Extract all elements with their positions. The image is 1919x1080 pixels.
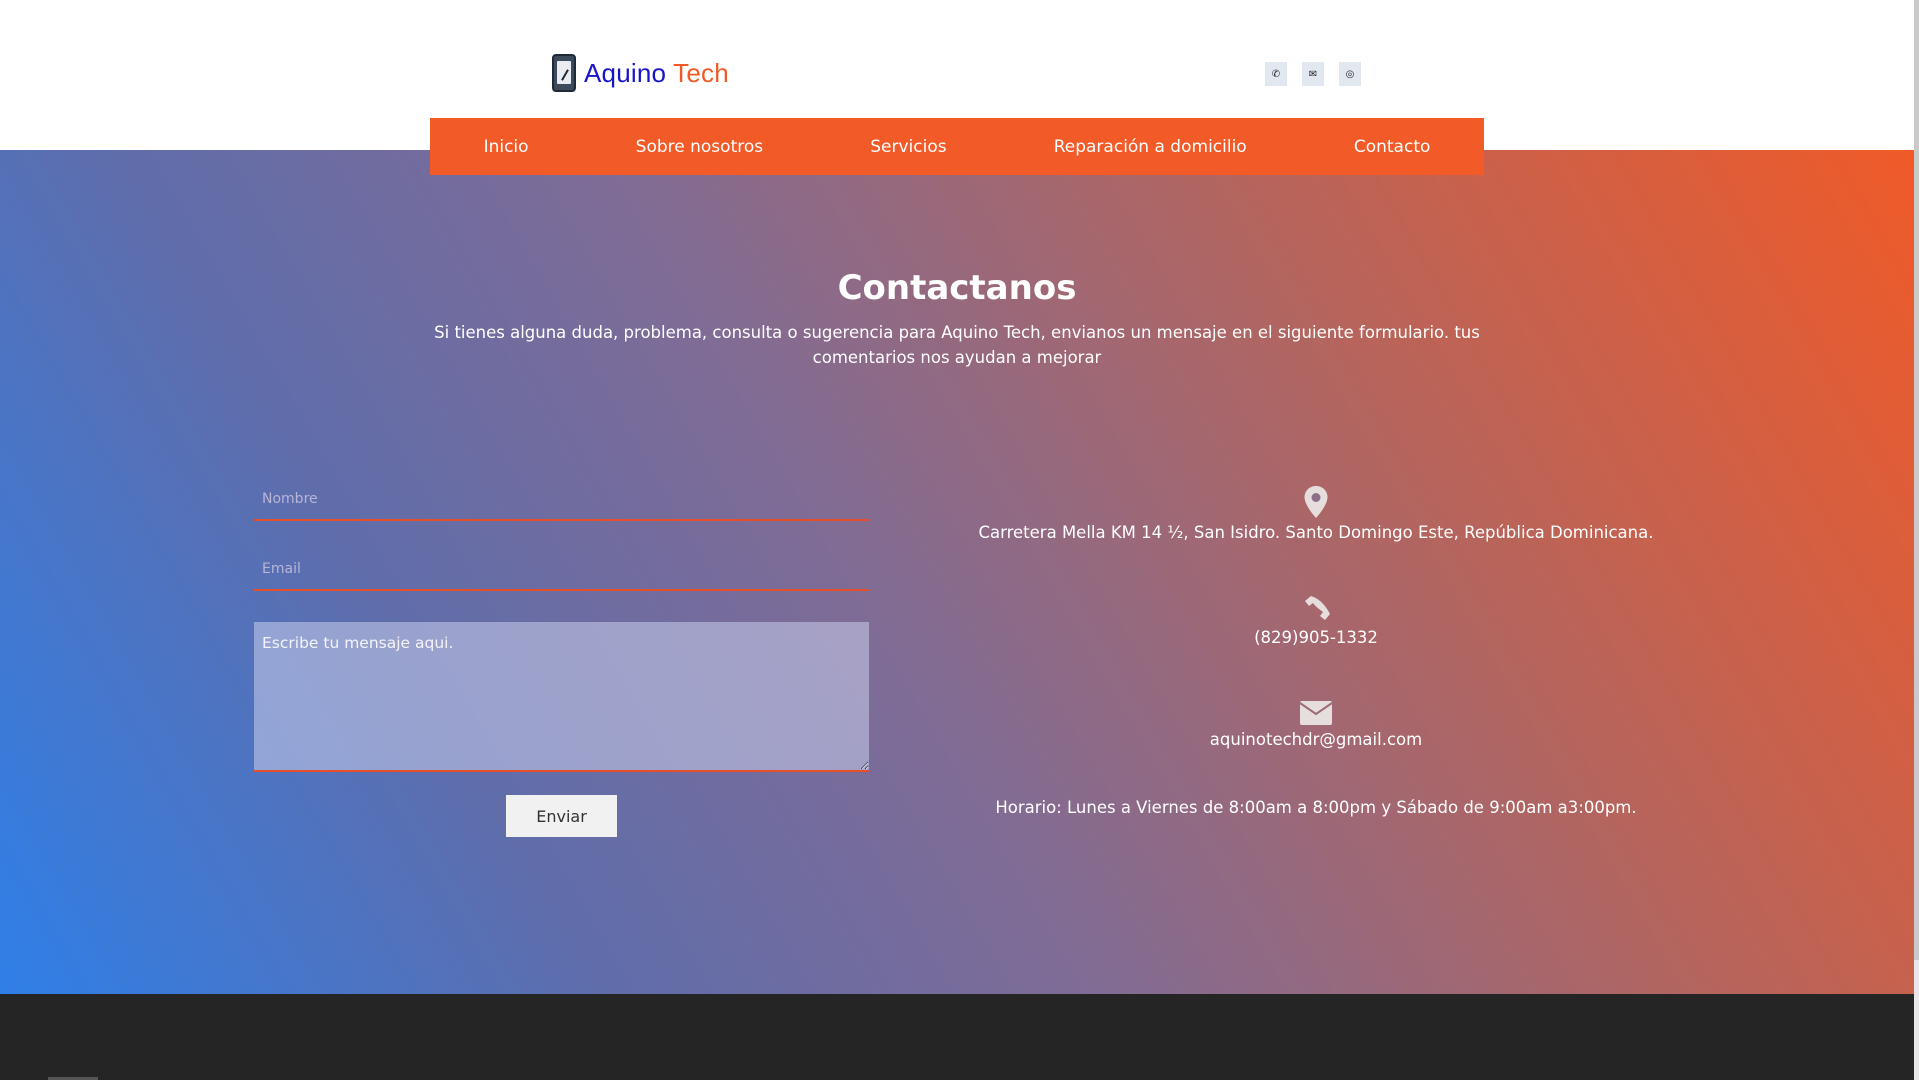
nav-item-inicio[interactable]: Inicio — [484, 137, 529, 157]
site-footer — [0, 994, 1914, 1080]
whatsapp-icon[interactable]: ✆ — [1265, 62, 1287, 86]
email-block: aquinotechdr@gmail.com — [960, 700, 1672, 749]
hours-block: Horario: Lunes a Viernes de 8:00am a 8:0… — [960, 798, 1672, 817]
address-text: Carretera Mella KM 14 ½, San Isidro. San… — [978, 523, 1654, 542]
name-field[interactable] — [254, 479, 869, 521]
location-pin-icon — [1304, 486, 1328, 518]
contact-section: Contactanos Si tienes alguna duda, probl… — [0, 150, 1914, 994]
nav-item-reparacion[interactable]: Reparación a domicilio — [1054, 137, 1247, 157]
email-field[interactable] — [254, 549, 869, 591]
instagram-icon[interactable]: ◎ — [1339, 62, 1361, 86]
brand-logo[interactable]: Aquino Tech — [552, 54, 729, 92]
nav-item-sobre-nosotros[interactable]: Sobre nosotros — [636, 137, 763, 157]
brand-name-aquino: Aquino — [584, 57, 667, 88]
page-title: Contactanos — [837, 268, 1077, 308]
brand-name: Aquino Tech — [584, 58, 729, 89]
nav-item-contacto[interactable]: Contacto — [1354, 137, 1431, 157]
nav-item-servicios[interactable]: Servicios — [870, 137, 946, 157]
main-nav: Inicio Sobre nosotros Servicios Reparaci… — [430, 118, 1484, 175]
email-text[interactable]: aquinotechdr@gmail.com — [960, 730, 1672, 749]
hours-text: Horario: Lunes a Viernes de 8:00am a 8:0… — [995, 798, 1637, 817]
envelope-icon — [1299, 701, 1333, 725]
phone-block: (829)905-1332 — [960, 592, 1672, 647]
page-subtitle: Si tienes alguna duda, problema, consult… — [434, 323, 1480, 367]
brand-name-tech: Tech — [673, 57, 729, 88]
phone-logo-icon — [552, 54, 576, 92]
address-block: Carretera Mella KM 14 ½, San Isidro. San… — [960, 485, 1672, 542]
message-field[interactable] — [254, 622, 869, 772]
scrollbar-thumb[interactable] — [1914, 0, 1919, 960]
scrollbar[interactable] — [1914, 0, 1919, 1080]
phone-text[interactable]: (829)905-1332 — [960, 628, 1672, 647]
social-links: ✆ ✉ ◎ — [1265, 62, 1376, 86]
phone-icon — [1305, 596, 1330, 620]
send-button[interactable]: Enviar — [506, 795, 617, 837]
mail-icon[interactable]: ✉ — [1302, 62, 1324, 86]
